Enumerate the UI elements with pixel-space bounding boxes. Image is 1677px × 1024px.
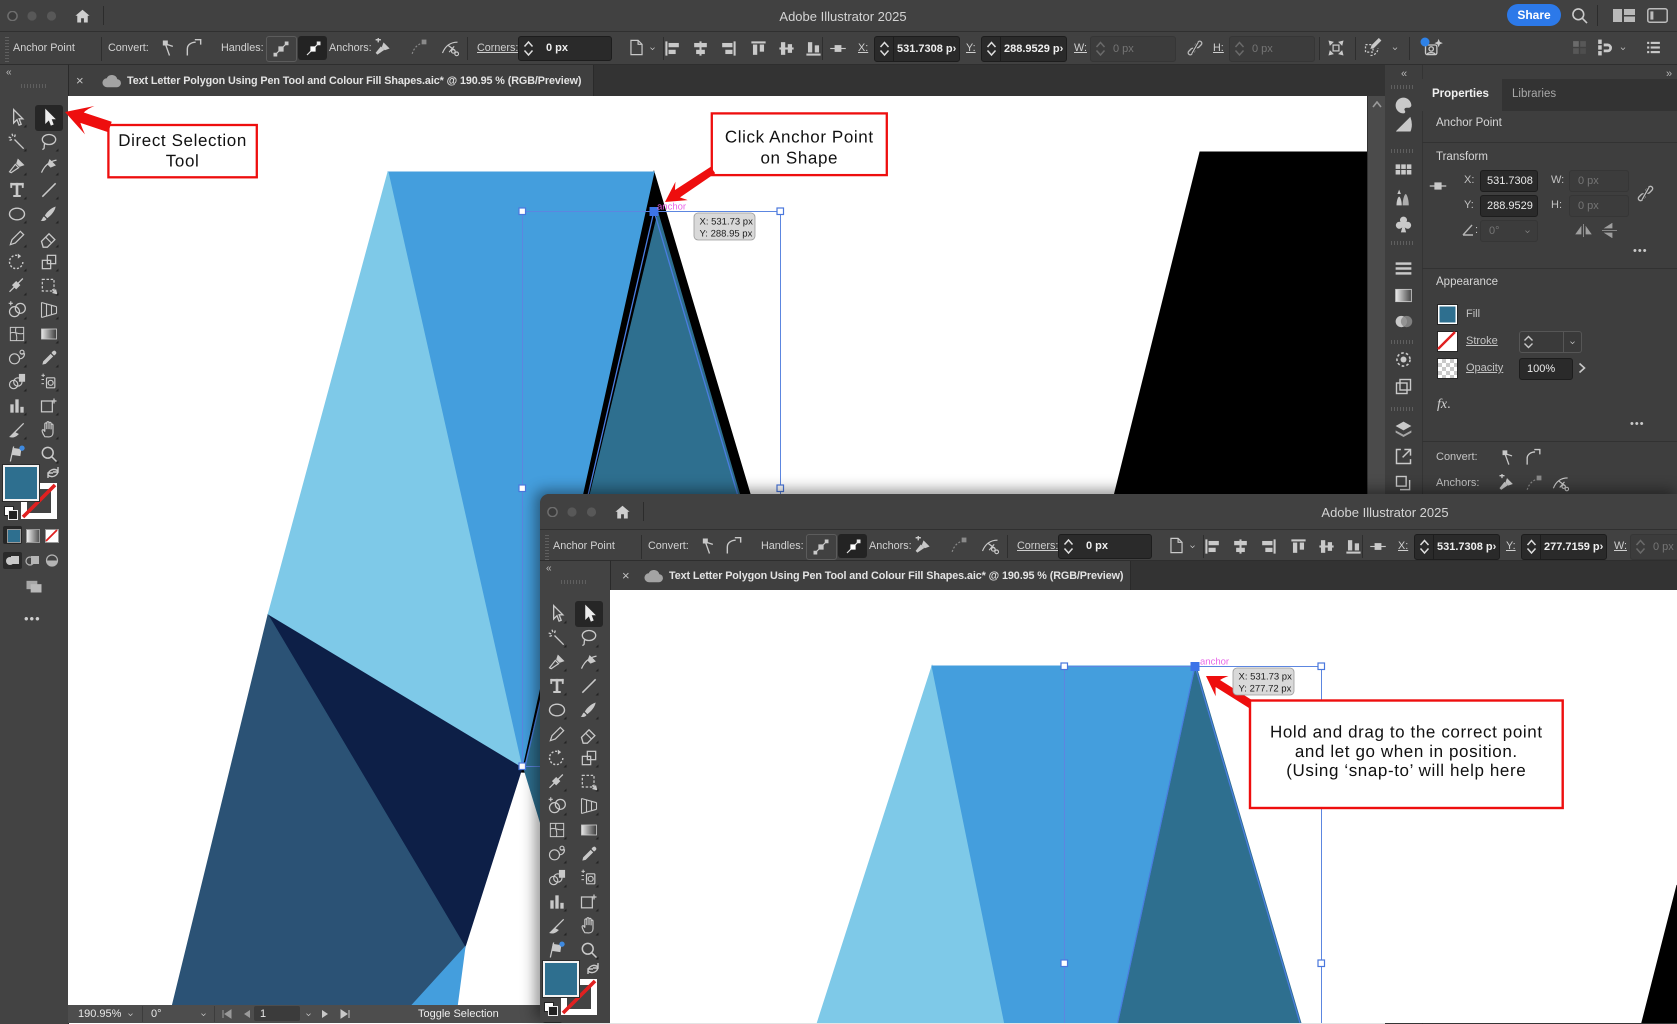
svg-text:X: 531.73 px: X: 531.73 px bbox=[1239, 672, 1293, 683]
svg-text:Hold and drag to the correct p: Hold and drag to the correct point bbox=[1270, 723, 1543, 742]
svg-text:anchor: anchor bbox=[657, 202, 686, 213]
svg-text:Y: 288.95 px: Y: 288.95 px bbox=[700, 229, 753, 240]
svg-text:and let go when in position.: and let go when in position. bbox=[1295, 742, 1518, 761]
svg-text:(Using ‘snap-to’ will help her: (Using ‘snap-to’ will help here bbox=[1286, 761, 1526, 780]
svg-text:Y: 277.72 px: Y: 277.72 px bbox=[1239, 684, 1292, 695]
svg-text:X: 531.73 px: X: 531.73 px bbox=[700, 217, 754, 228]
svg-text:anchor: anchor bbox=[1200, 657, 1229, 668]
